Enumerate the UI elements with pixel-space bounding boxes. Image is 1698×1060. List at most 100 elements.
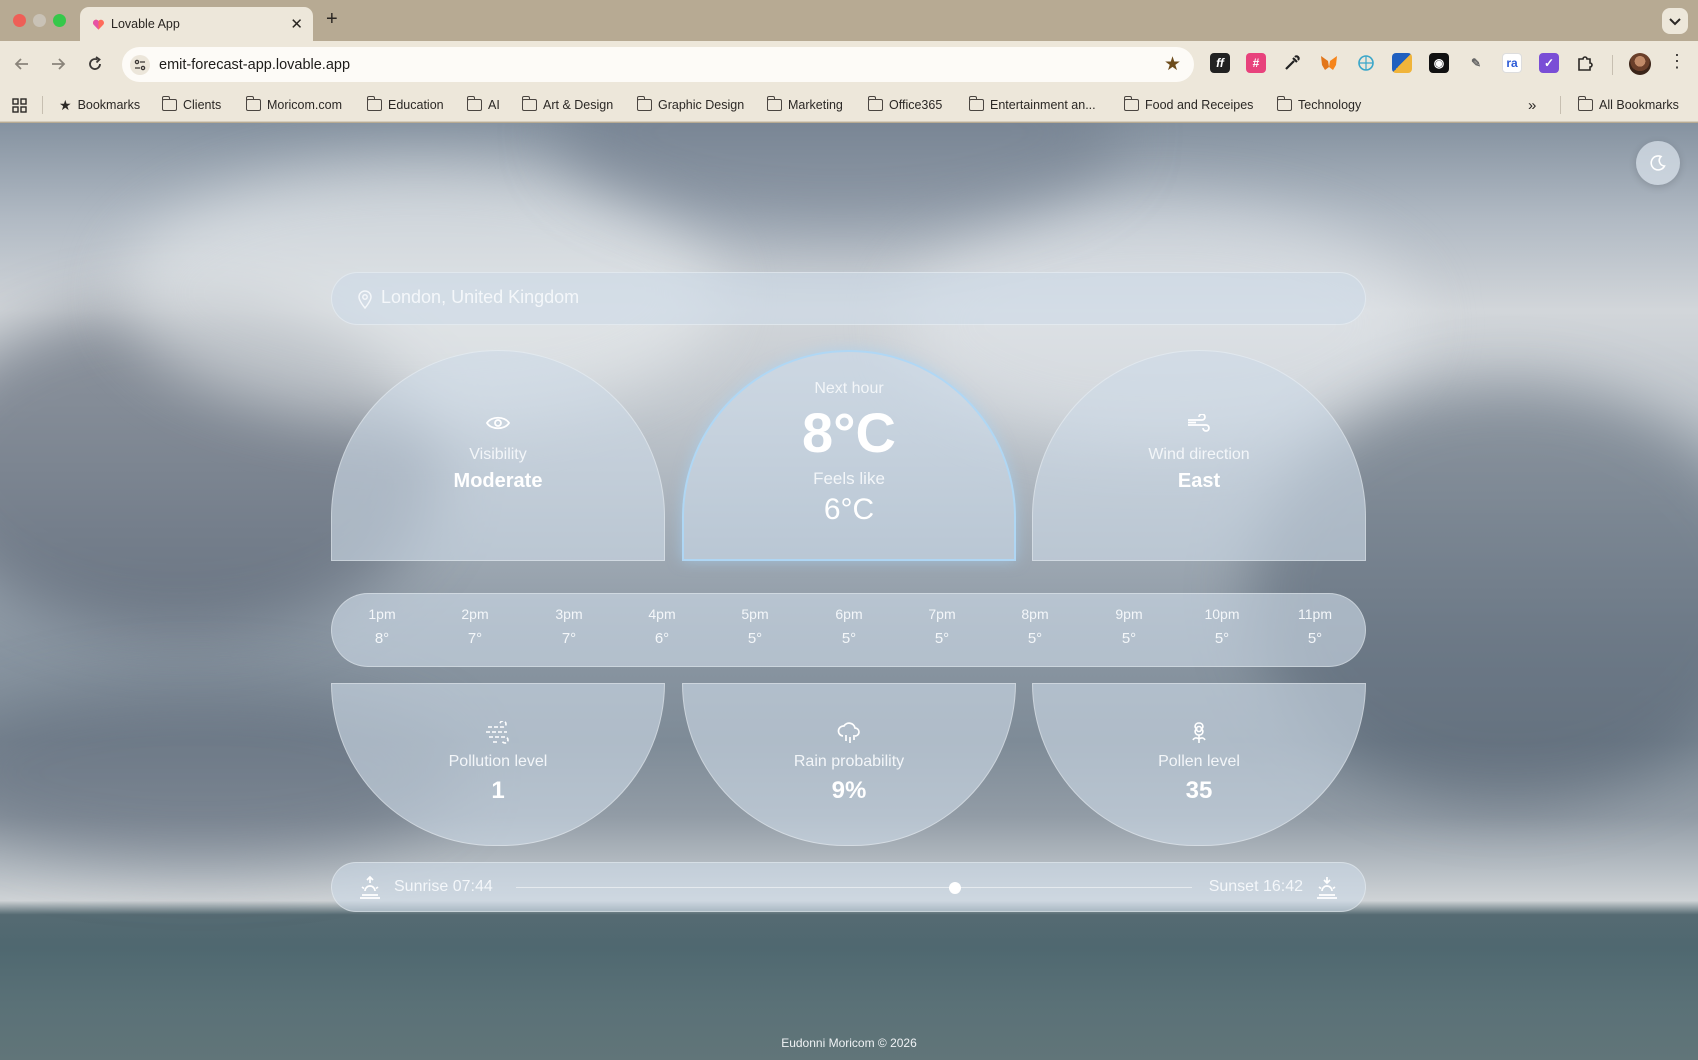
bookmark-item-ai[interactable]: AI bbox=[466, 96, 500, 114]
hour-item: 9pm 5° bbox=[1115, 606, 1143, 647]
wind-icon bbox=[1188, 414, 1210, 432]
new-tab-button[interactable]: + bbox=[326, 8, 338, 31]
haze-icon bbox=[486, 721, 509, 744]
puzzle-icon[interactable] bbox=[1575, 53, 1595, 73]
pollen-label: Pollen level bbox=[1158, 753, 1240, 770]
feels-like-value: 6°C bbox=[823, 493, 875, 526]
maximize-window-button[interactable] bbox=[53, 14, 66, 27]
day-progress-track bbox=[516, 887, 1192, 888]
bookmark-divider bbox=[42, 96, 43, 114]
sunrise-text: Sunrise 07:44 bbox=[394, 878, 493, 895]
folder-icon bbox=[867, 96, 883, 111]
hour-item: 6pm 5° bbox=[835, 606, 863, 647]
browser-tab-bar: Lovable App ✕ + bbox=[0, 0, 1698, 41]
hourly-forecast: 1pm 8° 2pm 7° 3pm 7° 4pm 6° 5pm 5° 6pm 5° 7pm 5… bbox=[331, 593, 1366, 667]
bookmark-star-icon[interactable]: ★ bbox=[1164, 53, 1181, 76]
globe-extension-icon[interactable] bbox=[1356, 53, 1376, 73]
back-arrow-icon[interactable] bbox=[11, 53, 33, 75]
folder-icon bbox=[766, 96, 782, 111]
site-info-icon[interactable] bbox=[130, 55, 150, 75]
reload-icon[interactable] bbox=[84, 53, 106, 75]
bookmark-item-office365[interactable]: Office365 bbox=[867, 96, 942, 114]
hour-item: 8pm 5° bbox=[1021, 606, 1049, 647]
wind-label: Wind direction bbox=[1148, 446, 1250, 463]
hour-item: 3pm 7° bbox=[555, 606, 583, 647]
bookmarks-bar: ★ Bookmarks Clients Moricom.com Education… bbox=[0, 88, 1698, 122]
bookmark-item-bookmarks[interactable]: ★ Bookmarks bbox=[59, 96, 140, 114]
url-text: emit-forecast-app.lovable.app bbox=[159, 57, 351, 73]
sunset-text: Sunset 16:42 bbox=[1208, 878, 1303, 895]
location-search[interactable] bbox=[331, 272, 1366, 325]
tab-title: Lovable App bbox=[111, 17, 180, 31]
pollen-value: 35 bbox=[1185, 777, 1213, 804]
address-bar[interactable]: emit-forecast-app.lovable.app ★ bbox=[122, 47, 1194, 82]
grid-extension-icon[interactable]: # bbox=[1246, 53, 1266, 73]
bookmark-item-technology[interactable]: Technology bbox=[1276, 96, 1361, 114]
folder-icon bbox=[1577, 96, 1593, 111]
tab-close-icon[interactable]: ✕ bbox=[290, 15, 303, 33]
bookmark-item-education[interactable]: Education bbox=[366, 96, 444, 114]
close-window-button[interactable] bbox=[13, 14, 26, 27]
pollen-card: Pollen level 35 bbox=[1032, 683, 1366, 846]
dark-mode-toggle[interactable] bbox=[1636, 141, 1680, 185]
bookmark-item-graphic-design[interactable]: Graphic Design bbox=[636, 96, 744, 114]
active-tab[interactable]: Lovable App ✕ bbox=[80, 7, 313, 41]
profile-avatar[interactable] bbox=[1629, 53, 1651, 75]
bookmark-item-moricom[interactable]: Moricom.com bbox=[245, 96, 342, 114]
tool-extension-icon[interactable]: ✎ bbox=[1466, 53, 1486, 73]
moon-icon bbox=[1650, 155, 1666, 171]
folder-icon bbox=[161, 96, 177, 111]
footer-copyright: Eudonni Moricom © 2026 bbox=[781, 1036, 917, 1050]
folder-icon bbox=[1123, 96, 1139, 111]
wind-value: East bbox=[1177, 470, 1221, 492]
rain-card: Rain probability 9% bbox=[682, 683, 1016, 846]
all-bookmarks-button[interactable]: All Bookmarks bbox=[1577, 96, 1679, 114]
hour-item: 7pm 5° bbox=[928, 606, 956, 647]
rain-label: Rain probability bbox=[793, 753, 905, 770]
cloud-rain-icon bbox=[837, 722, 860, 743]
flower-icon bbox=[1192, 722, 1206, 743]
bookmarks-overflow-button[interactable]: » bbox=[1528, 96, 1536, 114]
visibility-value: Moderate bbox=[453, 470, 543, 492]
hour-item: 1pm 8° bbox=[368, 606, 396, 647]
hour-item: 2pm 7° bbox=[461, 606, 489, 647]
bookmark-item-clients[interactable]: Clients bbox=[161, 96, 221, 114]
ghost-extension-icon[interactable]: ◉ bbox=[1429, 53, 1449, 73]
metamask-icon[interactable] bbox=[1319, 53, 1339, 73]
folder-icon bbox=[1276, 96, 1292, 111]
toolbar-divider bbox=[1612, 55, 1613, 75]
bookmark-divider bbox=[1560, 96, 1561, 114]
current-temperature: 8°C bbox=[802, 401, 896, 464]
menu-kebab-icon[interactable]: ⋮ bbox=[1668, 52, 1686, 70]
location-input[interactable] bbox=[381, 287, 1281, 308]
forward-arrow-icon[interactable] bbox=[47, 53, 69, 75]
folder-icon bbox=[636, 96, 652, 111]
folder-icon bbox=[466, 96, 482, 111]
bookmark-item-art-design[interactable]: Art & Design bbox=[521, 96, 613, 114]
rain-value: 9% bbox=[831, 777, 867, 804]
shield-extension-icon[interactable]: ✓ bbox=[1539, 53, 1559, 73]
tab-search-button[interactable] bbox=[1662, 8, 1688, 34]
eye-icon bbox=[486, 416, 510, 430]
bookmark-item-food[interactable]: Food and Receipes bbox=[1123, 96, 1253, 114]
bookmark-item-entertainment[interactable]: Entertainment an... bbox=[968, 96, 1096, 114]
chevron-down-icon bbox=[1669, 18, 1681, 26]
folder-icon bbox=[968, 96, 984, 111]
folder-icon bbox=[245, 96, 261, 111]
bookmark-item-marketing[interactable]: Marketing bbox=[766, 96, 843, 114]
folder-icon bbox=[366, 96, 382, 111]
minimize-window-button[interactable] bbox=[33, 14, 46, 27]
day-progress-indicator bbox=[949, 882, 962, 894]
hour-item: 11pm 5° bbox=[1298, 606, 1332, 647]
visibility-label: Visibility bbox=[469, 446, 527, 463]
photo-extension-icon[interactable] bbox=[1392, 53, 1412, 73]
eyedropper-icon[interactable] bbox=[1282, 53, 1302, 73]
lovable-heart-icon bbox=[93, 19, 104, 30]
apps-grid-icon[interactable] bbox=[12, 98, 28, 114]
current-temp-card: Next hour 8°C Feels like 6°C bbox=[682, 350, 1016, 561]
hour-item: 10pm 5° bbox=[1204, 606, 1240, 647]
feels-like-label: Feels like bbox=[813, 469, 885, 488]
pollution-label: Pollution level bbox=[448, 753, 548, 770]
ff-extension-icon[interactable]: ff bbox=[1210, 53, 1230, 73]
ra-extension-icon[interactable]: ra bbox=[1502, 53, 1522, 73]
